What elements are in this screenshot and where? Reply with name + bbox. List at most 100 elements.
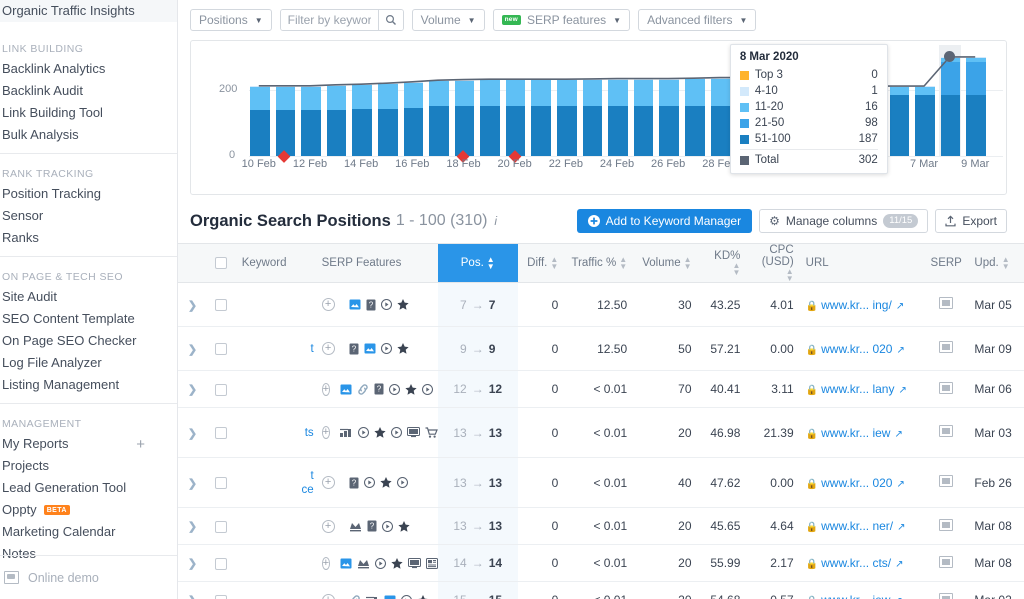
keyword-cell[interactable] bbox=[235, 507, 316, 545]
chevron-right-icon[interactable]: ❯ bbox=[188, 300, 197, 312]
expand-row-cell[interactable]: ❯ bbox=[178, 581, 207, 599]
sidebar-item-projects[interactable]: Projects bbox=[0, 455, 177, 477]
faq-icon[interactable]: ? bbox=[349, 477, 359, 489]
chevron-right-icon[interactable]: ❯ bbox=[188, 478, 197, 490]
keyword-fragment[interactable]: ce bbox=[242, 483, 313, 497]
video-icon[interactable] bbox=[389, 383, 401, 395]
video-icon[interactable] bbox=[381, 520, 393, 532]
faq-icon[interactable]: ? bbox=[374, 383, 384, 395]
shopping-cart-icon[interactable] bbox=[425, 427, 438, 438]
chevron-right-icon[interactable]: ❯ bbox=[188, 595, 197, 599]
view-serp-icon[interactable] bbox=[939, 381, 954, 394]
row-checkbox[interactable] bbox=[215, 343, 228, 356]
chevron-right-icon[interactable]: ❯ bbox=[188, 521, 197, 533]
expand-row-cell[interactable]: ❯ bbox=[178, 326, 207, 371]
sidebar-item-sensor[interactable]: Sensor bbox=[0, 205, 177, 227]
carousel-icon[interactable] bbox=[340, 427, 353, 438]
url-suffix[interactable]: cts/ bbox=[869, 556, 891, 570]
review-star-icon[interactable] bbox=[397, 299, 409, 310]
external-link-icon[interactable]: ↗ bbox=[896, 301, 904, 312]
add-keyword-icon[interactable]: + bbox=[321, 519, 335, 533]
add-to-keyword-manager-button[interactable]: Add to Keyword Manager bbox=[576, 209, 753, 233]
row-select-cell[interactable] bbox=[206, 581, 236, 599]
row-select-cell[interactable] bbox=[206, 282, 236, 327]
sidebar-item-on-page-seo-checker[interactable]: On Page SEO Checker bbox=[0, 330, 177, 352]
column-header-cpc[interactable]: CPC (USD)▲ ▼ bbox=[746, 243, 800, 283]
column-header-kd[interactable]: KD%▲ ▼ bbox=[697, 243, 747, 283]
ad-icon[interactable] bbox=[407, 427, 421, 438]
serp-cell[interactable] bbox=[924, 581, 969, 599]
image-icon[interactable] bbox=[384, 595, 396, 599]
chevron-right-icon[interactable]: ❯ bbox=[188, 344, 197, 356]
view-serp-icon[interactable] bbox=[939, 297, 954, 309]
add-keyword-icon[interactable]: + bbox=[321, 593, 335, 599]
video-icon[interactable] bbox=[422, 383, 434, 395]
sidebar-item-backlink-audit[interactable]: Backlink Audit bbox=[0, 80, 177, 102]
review-star-icon[interactable] bbox=[380, 477, 392, 488]
chevron-right-icon[interactable]: ❯ bbox=[188, 384, 197, 396]
add-keyword-icon[interactable]: + bbox=[321, 426, 331, 439]
table-row[interactable]: ❯ +? 7 → 7 0 12.50 30 43.25 4.01 🔒 www.kr... ing/ ↗ M… bbox=[178, 282, 1024, 327]
url-suffix[interactable]: 020 bbox=[869, 476, 892, 490]
external-link-icon[interactable]: ↗ bbox=[896, 479, 904, 490]
sidebar-item-organic-traffic-insights[interactable]: Organic Traffic Insights bbox=[0, 0, 177, 22]
table-row[interactable]: ❯ ts +13 → 13 0 < 0.01 20 46.98 21.39 🔒 www.kr... i… bbox=[178, 407, 1024, 458]
table-row[interactable]: ❯ +14 → 14 0 < 0.01 20 55.99 2.17 🔒 www.kr... cts/… bbox=[178, 544, 1024, 582]
external-link-icon[interactable]: ↗ bbox=[896, 345, 904, 356]
url-cell[interactable]: 🔒www.kr... iew↗ bbox=[799, 407, 924, 458]
image-icon[interactable] bbox=[349, 299, 361, 310]
url-suffix[interactable]: iew bbox=[869, 426, 890, 440]
sidebar-item-bulk-analysis[interactable]: Bulk Analysis bbox=[0, 124, 177, 146]
url-cell[interactable]: 🔒 www.kr... cts/ ↗ bbox=[799, 544, 924, 582]
url-suffix[interactable]: ner/ bbox=[869, 519, 893, 533]
row-checkbox[interactable] bbox=[215, 299, 228, 312]
news-icon[interactable] bbox=[426, 557, 439, 569]
row-select-cell[interactable] bbox=[206, 544, 236, 582]
faq-icon[interactable]: ? bbox=[349, 343, 359, 355]
url-cell[interactable]: 🔒www.kr... iew↗ bbox=[799, 581, 924, 599]
expand-row-cell[interactable]: ❯ bbox=[178, 544, 207, 582]
image-icon[interactable] bbox=[340, 384, 352, 395]
link-icon[interactable] bbox=[349, 594, 361, 599]
image-icon[interactable] bbox=[340, 558, 352, 569]
url-prefix[interactable]: www.kr... bbox=[821, 556, 869, 570]
keyword-cell[interactable] bbox=[235, 282, 316, 327]
expand-row-cell[interactable]: ❯ bbox=[178, 507, 207, 545]
url-prefix[interactable]: www.kr... bbox=[821, 382, 869, 396]
serp-cell[interactable] bbox=[924, 326, 969, 371]
sidebar-item-log-file-analyzer[interactable]: Log File Analyzer bbox=[0, 352, 177, 374]
advanced-filters-dropdown[interactable]: Advanced filters ▼ bbox=[638, 9, 757, 31]
url-cell[interactable]: 🔒 www.kr... lany ↗ bbox=[799, 370, 924, 408]
add-report-icon[interactable]: + bbox=[136, 437, 163, 452]
video-icon[interactable] bbox=[396, 477, 408, 488]
column-header-volume[interactable]: Volume ▲ ▼ bbox=[633, 243, 698, 283]
positions-distribution-chart[interactable]: 0200G10 Feb12 Feb14 Feb16 Feb18 Feb20 Fe… bbox=[190, 40, 1007, 195]
featured-snippet-icon[interactable] bbox=[349, 521, 362, 532]
sidebar-footer[interactable]: Online demo bbox=[0, 555, 177, 599]
video-icon[interactable] bbox=[375, 557, 387, 569]
row-select-cell[interactable] bbox=[206, 507, 236, 545]
keyword-cell[interactable]: t bbox=[235, 326, 316, 371]
video-icon[interactable] bbox=[358, 427, 370, 438]
row-select-cell[interactable] bbox=[206, 407, 236, 458]
search-button[interactable] bbox=[377, 10, 403, 30]
row-checkbox[interactable] bbox=[215, 557, 228, 570]
url-cell[interactable]: 🔒 www.kr... 020 ↗ bbox=[799, 326, 924, 371]
view-serp-icon[interactable] bbox=[939, 592, 954, 599]
expand-row-cell[interactable]: ❯ bbox=[178, 370, 207, 408]
keyword-fragment[interactable]: ts bbox=[242, 426, 314, 440]
column-header-diff[interactable]: Diff. ▲ ▼ bbox=[517, 243, 565, 283]
url-suffix[interactable]: 020 bbox=[869, 342, 892, 356]
url-suffix[interactable]: lany bbox=[869, 382, 894, 396]
row-checkbox[interactable] bbox=[215, 520, 228, 533]
url-prefix[interactable]: www.kr... bbox=[821, 593, 869, 599]
url-cell[interactable]: 🔒 www.kr... ner/ ↗ bbox=[799, 507, 924, 545]
manage-columns-button[interactable]: ⚙ Manage columns 11/15 bbox=[759, 209, 929, 233]
ad-icon[interactable] bbox=[408, 557, 422, 569]
positions-dropdown[interactable]: Positions ▼ bbox=[190, 9, 272, 31]
keyword-cell[interactable] bbox=[235, 544, 316, 582]
sidebar-item-link-building-tool[interactable]: Link Building Tool bbox=[0, 102, 177, 124]
add-keyword-icon[interactable]: + bbox=[321, 476, 335, 489]
video-icon[interactable] bbox=[380, 299, 392, 310]
expand-row-cell[interactable]: ❯ bbox=[178, 457, 207, 508]
